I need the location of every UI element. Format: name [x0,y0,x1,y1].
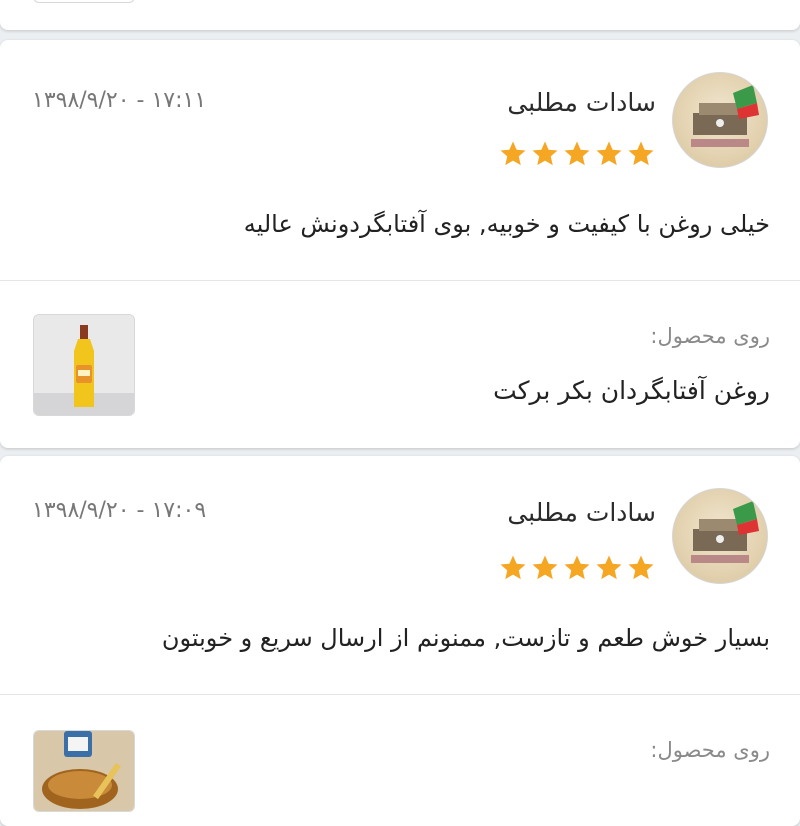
star-icon [626,139,656,169]
rating-stars [498,139,656,169]
star-icon [594,139,624,169]
review-comment: خیلی روغن با کیفیت و خوبیه, بوی آفتابگرد… [243,210,770,238]
star-icon [594,553,624,583]
rating-stars [498,553,656,583]
star-icon [626,553,656,583]
star-icon [562,139,592,169]
oil-bottle-thumbnail-icon[interactable] [33,314,135,416]
on-product-label: روی محصول: [650,738,770,762]
previous-review-card [0,0,800,30]
author-avatar-icon[interactable] [672,72,768,168]
star-icon [498,553,528,583]
product-name-link[interactable]: روغن آفتابگردان بکر برکت [493,376,770,405]
review-datetime: ۱۷:۰۹ - ۱۳۹۸/۹/۲۰ [32,498,207,523]
review-card: سادات مطلبی ۱۷:۰۹ - ۱۳۹۸/۹/۲۰ بسیار خوش … [0,456,800,826]
review-author-name[interactable]: سادات مطلبی [507,498,656,527]
divider [0,694,800,695]
review-card: سادات مطلبی ۱۷:۱۱ - ۱۳۹۸/۹/۲۰ خیلی روغن … [0,40,800,448]
star-icon [562,553,592,583]
review-datetime: ۱۷:۱۱ - ۱۳۹۸/۹/۲۰ [32,88,207,113]
review-comment: بسیار خوش طعم و تازست, ممنونم از ارسال س… [161,624,770,652]
divider [0,280,800,281]
star-icon [498,139,528,169]
previous-product-thumbnail[interactable] [33,0,135,3]
star-icon [530,139,560,169]
star-icon [530,553,560,583]
author-avatar-icon[interactable] [672,488,768,584]
on-product-label: روی محصول: [650,324,770,348]
review-author-name[interactable]: سادات مطلبی [507,88,656,117]
